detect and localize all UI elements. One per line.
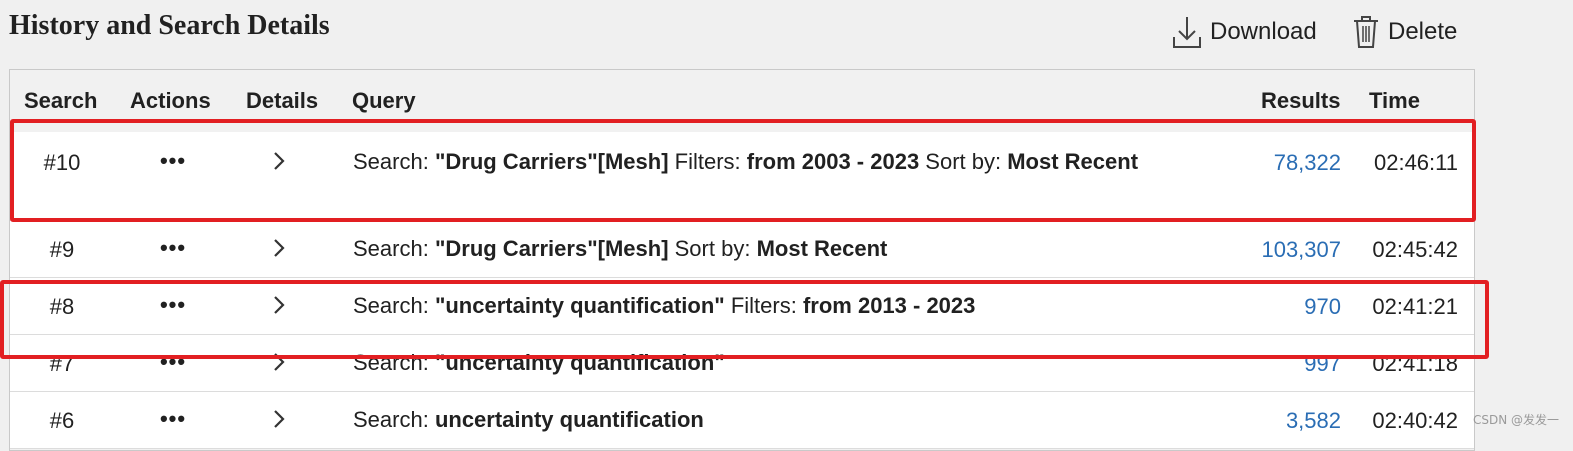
column-header-search[interactable]: Search [24, 88, 97, 114]
search-time: 02:41:21 [1372, 294, 1458, 319]
query-text: Search: "uncertainty quantification" [353, 350, 725, 375]
results-count-link[interactable]: 970 [1191, 294, 1341, 320]
column-header-time[interactable]: Time [1369, 88, 1420, 114]
query-text: Search: "Drug Carriers"[Mesh] Filters: f… [353, 149, 1139, 174]
details-chevron-icon[interactable] [272, 150, 286, 177]
table-row: #9 ••• Search: "Drug Carriers"[Mesh] Sor… [10, 221, 1474, 278]
search-time: 02:46:11 [1373, 150, 1458, 175]
download-button[interactable]: Download [1172, 12, 1317, 52]
query-text: Search: uncertainty quantification [353, 407, 704, 432]
column-header-results[interactable]: Results [1261, 88, 1340, 114]
search-number: #9 [49, 237, 75, 262]
results-count-link[interactable]: 3,582 [1191, 408, 1341, 434]
column-header-actions: Actions [130, 88, 211, 113]
results-count-link[interactable]: 997 [1191, 351, 1341, 377]
query-text: Search: "uncertainty quantification" Fil… [353, 293, 976, 318]
details-chevron-icon[interactable] [272, 408, 286, 435]
actions-menu-button[interactable]: ••• [153, 148, 193, 174]
table-row: #8 ••• Search: "uncertainty quantificati… [10, 278, 1474, 335]
search-time: 02:45:42 [1372, 237, 1458, 262]
download-icon [1173, 17, 1201, 48]
details-chevron-icon[interactable] [272, 294, 286, 321]
details-chevron-icon[interactable] [272, 351, 286, 378]
search-number: #10 [43, 150, 81, 175]
history-table: Search Actions Details Query Results Tim… [9, 69, 1475, 451]
actions-menu-button[interactable]: ••• [153, 349, 193, 375]
delete-button[interactable]: Delete [1352, 12, 1457, 52]
column-header-details: Details [246, 88, 319, 113]
query-text: Search: "Drug Carriers"[Mesh] Sort by: M… [353, 236, 888, 261]
delete-label: Delete [1388, 18, 1458, 45]
details-chevron-icon[interactable] [272, 237, 286, 264]
actions-menu-button[interactable]: ••• [153, 292, 193, 318]
search-number: #8 [49, 294, 75, 319]
table-row: #6 ••• Search: uncertainty quantificatio… [10, 392, 1474, 449]
results-count-link[interactable]: 78,322 [1191, 150, 1341, 176]
trash-icon [1354, 16, 1378, 48]
search-time: 02:40:42 [1372, 408, 1458, 433]
table-row: #10 ••• Search: "Drug Carriers"[Mesh] Fi… [10, 132, 1474, 221]
actions-menu-button[interactable]: ••• [153, 406, 193, 432]
search-number: #7 [49, 351, 75, 376]
actions-menu-button[interactable]: ••• [153, 235, 193, 261]
download-label: Download [1210, 18, 1317, 45]
watermark: CSDN @发发一 [1472, 413, 1559, 427]
page-title: History and Search Details [9, 10, 330, 41]
column-header-query: Query [352, 88, 416, 113]
search-time: 02:41:18 [1372, 351, 1458, 376]
table-row: #7 ••• Search: "uncertainty quantificati… [10, 335, 1474, 392]
search-number: #6 [49, 408, 75, 433]
results-count-link[interactable]: 103,307 [1191, 237, 1341, 263]
